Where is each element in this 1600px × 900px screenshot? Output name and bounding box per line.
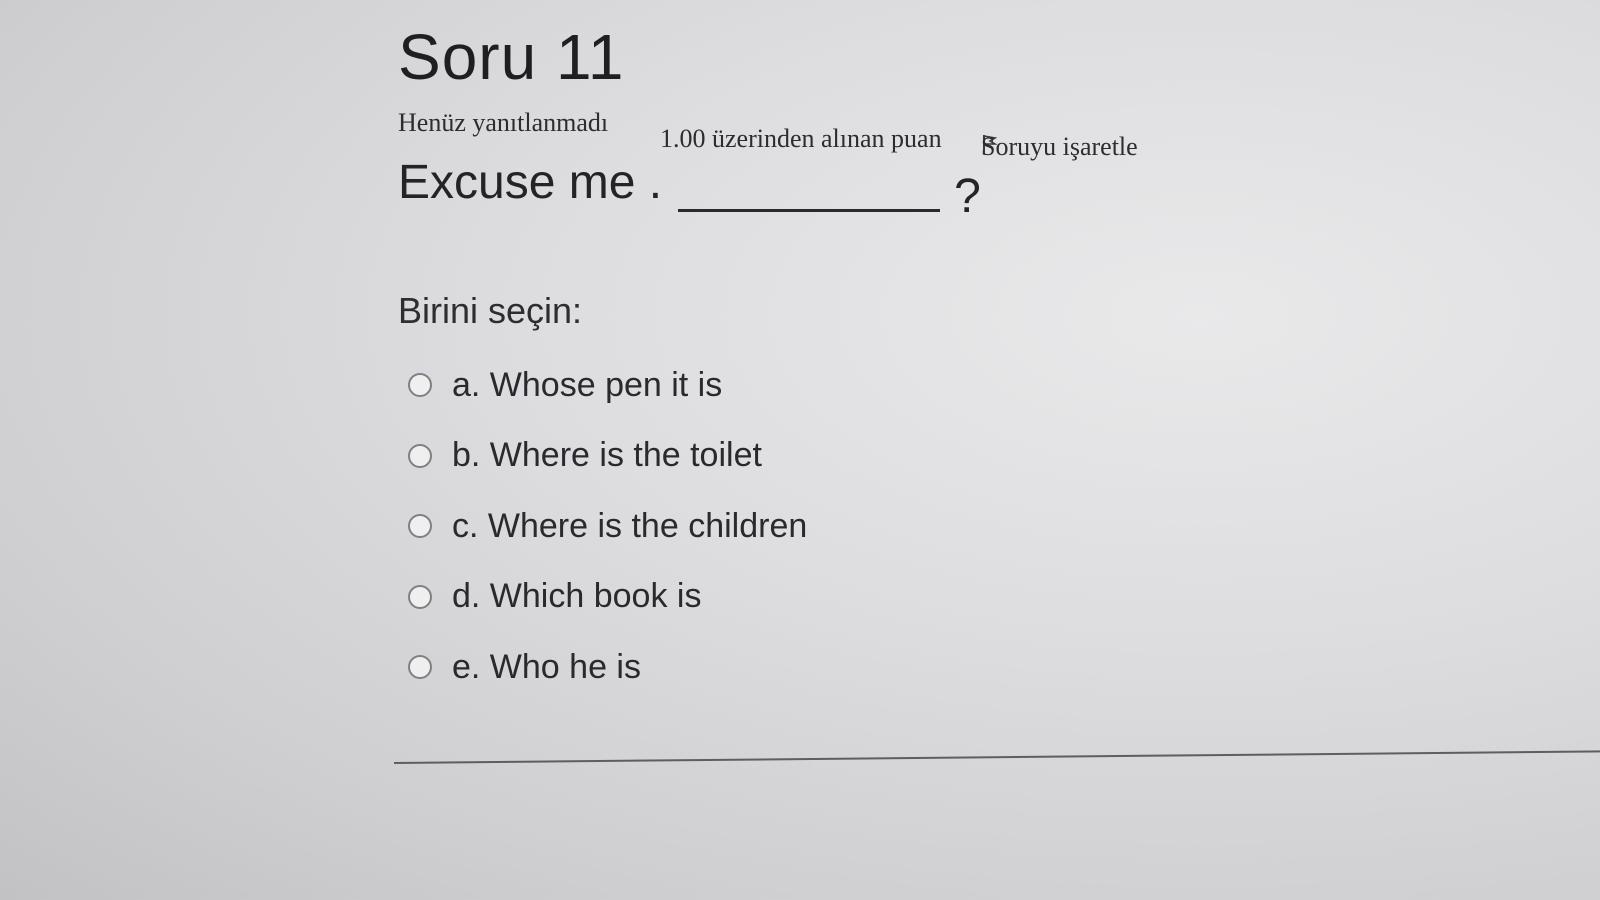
- choose-one-prompt: Birini seçin:: [398, 290, 583, 331]
- flag-question-label: Soruyu işaretle: [981, 132, 1138, 161]
- question-title: Soru 11: [398, 21, 625, 93]
- radio-button[interactable]: [408, 373, 432, 398]
- option-label: d. Which book is: [452, 577, 702, 616]
- option-label: a. Whose pen it is: [452, 365, 723, 404]
- radio-button[interactable]: [408, 443, 432, 468]
- radio-button[interactable]: [408, 584, 432, 609]
- option-label: b. Where is the toilet: [452, 436, 762, 475]
- radio-button[interactable]: [408, 655, 432, 680]
- radio-button[interactable]: [408, 514, 432, 539]
- question-text: Excuse me .?: [398, 155, 981, 224]
- question-status: Henüz yanıtlanmadı: [398, 108, 609, 137]
- question-text-end: ?: [954, 170, 981, 223]
- option-label: c. Where is the children: [452, 506, 808, 545]
- answer-option-b[interactable]: b. Where is the toilet: [408, 421, 807, 492]
- answer-blank: [678, 175, 941, 212]
- section-divider: [393, 750, 1600, 764]
- answer-options: a. Whose pen it is b. Where is the toile…: [408, 350, 807, 703]
- answer-option-e[interactable]: e. Who he is: [408, 632, 807, 703]
- question-text-start: Excuse me .: [398, 156, 663, 209]
- option-label: e. Who he is: [452, 647, 641, 686]
- answer-option-a[interactable]: a. Whose pen it is: [408, 350, 807, 421]
- answer-option-c[interactable]: c. Where is the children: [408, 491, 807, 562]
- question-score: 1.00 üzerinden alınan puan: [660, 124, 942, 153]
- answer-option-d[interactable]: d. Which book is: [408, 562, 807, 633]
- quiz-page: Soru 11 Henüz yanıtlanmadı 1.00 üzerinde…: [0, 0, 1600, 900]
